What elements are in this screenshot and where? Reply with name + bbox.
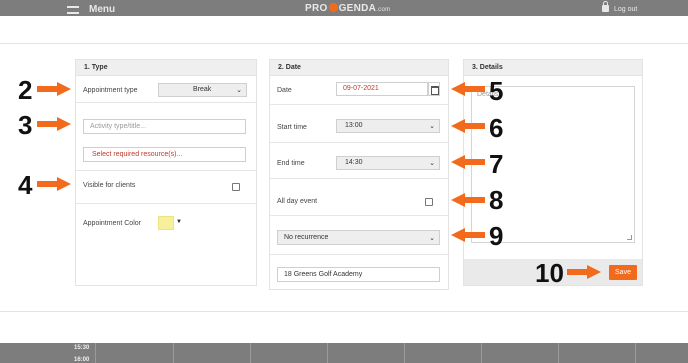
color-swatch[interactable]	[158, 216, 174, 230]
arrow-icon	[451, 82, 485, 96]
arrow-icon	[451, 193, 485, 207]
chevron-down-icon: ⌄	[429, 160, 435, 167]
callout-9: 9	[489, 221, 504, 251]
arrow-icon	[567, 265, 601, 279]
appointment-type-select[interactable]: Break ⌄	[158, 83, 247, 97]
recurrence-select[interactable]: No recurrence ⌄	[277, 230, 440, 245]
location-input[interactable]: 18 Greens Golf Academy	[277, 267, 440, 282]
callout-10: 10	[535, 258, 564, 288]
start-time-label: Start time	[277, 124, 307, 131]
time-label: 16:00	[74, 357, 90, 363]
appointment-type-label: Appointment type	[83, 87, 138, 94]
date-panel-title: 2. Date	[270, 60, 448, 76]
callout-3: 3	[18, 110, 33, 140]
visible-for-clients-checkbox[interactable]	[232, 183, 240, 191]
date-label: Date	[277, 87, 292, 94]
calendar-background: 15:30 16:00	[0, 343, 688, 363]
resources-select[interactable]: Select required resource(s)...	[83, 147, 246, 162]
menu-label[interactable]: Menu	[89, 4, 115, 15]
callout-6: 6	[489, 113, 504, 143]
arrow-icon	[451, 119, 485, 133]
end-time-label: End time	[277, 160, 305, 167]
lock-icon	[602, 1, 609, 12]
all-day-label: All day event	[277, 198, 318, 205]
visible-for-clients-label: Visible for clients	[83, 182, 136, 189]
color-dropdown-caret-icon[interactable]: ▼	[176, 219, 182, 225]
calendar-button[interactable]	[428, 82, 440, 96]
arrow-icon	[37, 82, 71, 96]
logout-link[interactable]: Log out	[614, 6, 637, 13]
arrow-icon	[37, 117, 71, 131]
chevron-down-icon: ⌄	[429, 123, 435, 130]
resize-grip-icon[interactable]	[627, 235, 632, 240]
callout-8: 8	[489, 185, 504, 215]
modal-divider-bottom	[0, 311, 688, 312]
save-button[interactable]: Save	[609, 265, 637, 280]
details-panel-title: 3. Details	[464, 60, 642, 76]
type-panel: 1. Type Appointment type Break ⌄ Activity…	[75, 59, 257, 286]
callout-4: 4	[18, 170, 33, 200]
date-input[interactable]: 09-07-2021	[336, 82, 428, 96]
type-panel-title: 1. Type	[76, 60, 256, 76]
modal-divider-top	[0, 43, 688, 44]
start-time-select[interactable]: 13:00 ⌄	[336, 119, 440, 133]
date-panel: 2. Date Date 09-07-2021 Start time 13:00…	[269, 59, 449, 290]
arrow-icon	[451, 155, 485, 169]
arrow-icon	[451, 228, 485, 242]
app-logo: PRO GENDA.com	[305, 3, 391, 14]
appointment-color-label: Appointment Color	[83, 220, 141, 227]
end-time-select[interactable]: 14:30 ⌄	[336, 156, 440, 170]
chevron-down-icon: ⌄	[236, 87, 242, 94]
all-day-checkbox[interactable]	[425, 198, 433, 206]
callout-7: 7	[489, 149, 504, 179]
menu-icon[interactable]	[67, 6, 79, 14]
calendar-icon	[431, 86, 439, 95]
activity-title-input[interactable]: Activity type/title...	[83, 119, 246, 134]
top-bar: Menu PRO GENDA.com Log out	[0, 0, 688, 16]
arrow-icon	[37, 177, 71, 191]
logo-mark-icon	[328, 3, 338, 12]
chevron-down-icon: ⌄	[429, 235, 435, 242]
time-label: 15:30	[74, 345, 90, 351]
callout-2: 2	[18, 75, 33, 105]
callout-5: 5	[489, 76, 504, 106]
